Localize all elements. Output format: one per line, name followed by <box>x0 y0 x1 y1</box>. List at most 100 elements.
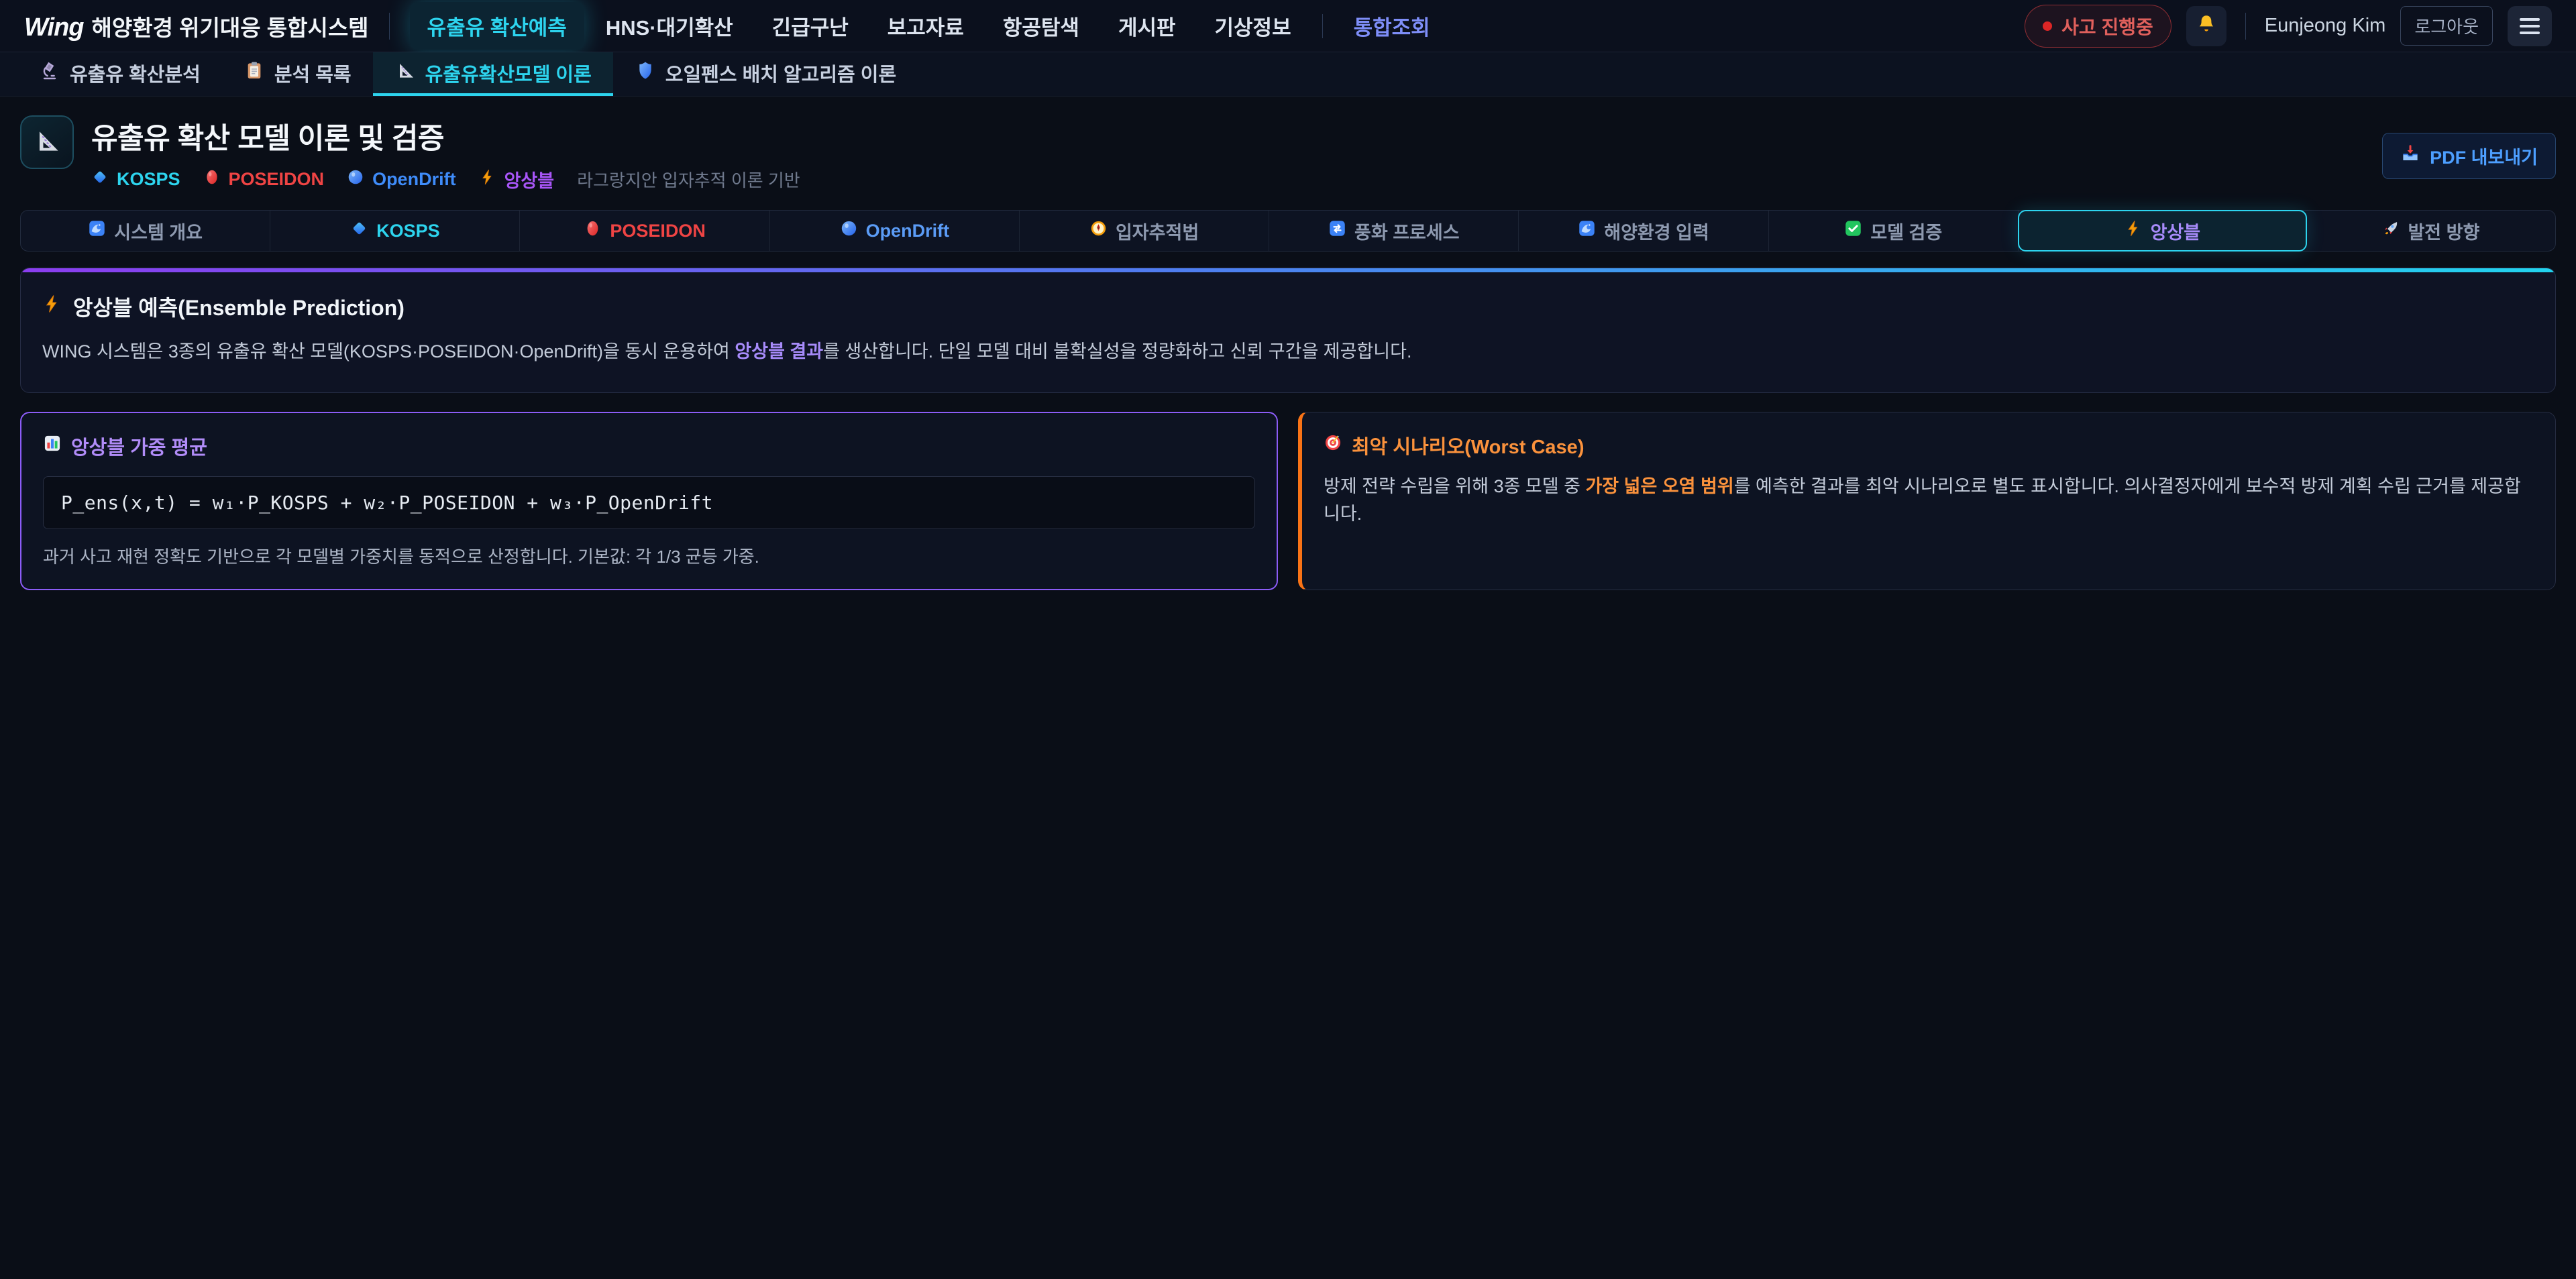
subtab-analysis-list[interactable]: 분석 목록 <box>222 52 373 96</box>
lightning-icon <box>42 294 62 319</box>
app-logo: Wing 해양환경 위기대응 통합시스템 <box>24 10 369 42</box>
check-icon <box>1844 219 1862 242</box>
ensemble-description: WING 시스템은 3종의 유출유 확산 모델(KOSPS·POSEIDON·O… <box>42 338 2534 366</box>
subtab-label: 분석 목록 <box>274 59 352 87</box>
subtab-label: 유출유확산모델 이론 <box>425 59 592 87</box>
page-subtitle: 라그랑지안 입자추적 이론 기반 <box>577 167 800 192</box>
tab-ensemble[interactable]: 앙상블 <box>2018 210 2307 252</box>
nav-item-weather[interactable]: 기상정보 <box>1197 2 1309 50</box>
tab-label: 해양환경 입력 <box>1604 218 1709 244</box>
worst-case-text-prefix: 방제 전략 수립을 위해 3종 모델 중 <box>1324 476 1585 496</box>
tab-particle-tracking[interactable]: 입자추적법 <box>1020 211 1269 251</box>
ensemble-text-prefix: WING 시스템은 3종의 유출유 확산 모델(KOSPS·POSEIDON·O… <box>42 341 735 362</box>
nav-item-aerial-search[interactable]: 항공탐색 <box>985 2 1097 50</box>
tab-model-validation[interactable]: 모델 검증 <box>1769 211 2019 251</box>
repeat-icon <box>1328 219 1346 242</box>
red-oval-icon <box>203 168 221 190</box>
tab-label: 시스템 개요 <box>114 218 203 244</box>
wave-icon <box>1578 219 1596 242</box>
weighted-average-card: 앙상블 가중 평균 P_ens(x,t) = w₁·P_KOSPS + w₂·P… <box>20 412 1278 590</box>
worst-case-text-highlight: 가장 넓은 오염 범위 <box>1585 476 1733 496</box>
subtab-label: 유출유 확산분석 <box>70 59 201 87</box>
badge-poseidon: POSEIDON <box>203 168 325 190</box>
tab-weathering-process[interactable]: 풍화 프로세스 <box>1269 211 1519 251</box>
nav-item-oil-spill-prediction[interactable]: 유출유 확산예측 <box>410 2 584 50</box>
rocket-icon <box>2381 219 2400 242</box>
page-icon-badge <box>20 115 74 169</box>
ensemble-banner: 앙상블 예측(Ensemble Prediction) WING 시스템은 3종… <box>20 268 2556 393</box>
page-header: 유출유 확산 모델 이론 및 검증 KOSPS POSEIDON OpenDri… <box>20 115 2556 192</box>
inbox-icon <box>2400 144 2420 168</box>
badge-opendrift: OpenDrift <box>347 168 456 190</box>
red-oval-icon <box>584 219 602 242</box>
worst-case-title: 최악 시나리오(Worst Case) <box>1324 431 2534 459</box>
subtab-spill-analysis[interactable]: 유출유 확산분석 <box>17 52 222 96</box>
weighted-average-note: 과거 사고 재현 정확도 기반으로 각 모델별 가중치를 동적으로 산정합니다.… <box>43 544 1255 570</box>
badge-ensemble: 앙상블 <box>479 166 555 192</box>
tab-poseidon[interactable]: POSEIDON <box>520 211 769 251</box>
nav-item-board[interactable]: 게시판 <box>1101 2 1193 50</box>
logout-button[interactable]: 로그아웃 <box>2400 6 2493 46</box>
section-tab-strip: 시스템 개요 KOSPS POSEIDON OpenDrift 입자추적법 풍화… <box>20 210 2556 252</box>
blue-circle-icon <box>840 219 858 242</box>
sub-nav: 유출유 확산분석 분석 목록 유출유확산모델 이론 오일펜스 배치 알고리즘 이… <box>0 52 2576 97</box>
ensemble-title-text: 앙상블 예측(Ensemble Prediction) <box>73 291 405 322</box>
tab-system-overview[interactable]: 시스템 개요 <box>21 211 270 251</box>
tab-kosps[interactable]: KOSPS <box>270 211 520 251</box>
incident-status-label: 사고 진행중 <box>2061 13 2153 40</box>
tab-label: 모델 검증 <box>1870 218 1942 244</box>
nav-item-integrated-search[interactable]: 통합조회 <box>1336 2 1448 50</box>
lightning-icon <box>2125 219 2143 242</box>
worst-case-title-text: 최악 시나리오(Worst Case) <box>1352 431 1584 459</box>
triangle-ruler-icon <box>394 60 416 87</box>
top-bar-right: 사고 진행중 Eunjeong Kim 로그아웃 <box>2025 5 2552 48</box>
incident-status-badge: 사고 진행중 <box>2025 5 2171 48</box>
badge-kosps: KOSPS <box>91 168 180 190</box>
subtab-model-theory[interactable]: 유출유확산모델 이론 <box>373 52 613 96</box>
tab-opendrift[interactable]: OpenDrift <box>770 211 1020 251</box>
ensemble-text-suffix: 를 생산합니다. 단일 모델 대비 불확실성을 정량화하고 신뢰 구간을 제공합… <box>823 341 1411 362</box>
blue-circle-icon <box>347 168 364 190</box>
notifications-button[interactable] <box>2186 6 2226 46</box>
diamond-icon <box>350 219 368 242</box>
divider <box>2245 13 2246 40</box>
page-title: 유출유 확산 모델 이론 및 검증 <box>91 115 800 157</box>
worst-case-description: 방제 전략 수립을 위해 3종 모델 중 가장 넓은 오염 범위를 예측한 결과… <box>1324 473 2534 529</box>
hamburger-icon-bar <box>2520 32 2540 34</box>
badge-label: POSEIDON <box>229 169 325 190</box>
target-icon <box>1324 433 1342 457</box>
divider <box>1322 14 1323 38</box>
ensemble-cards-row: 앙상블 가중 평균 P_ens(x,t) = w₁·P_KOSPS + w₂·P… <box>20 412 2556 590</box>
ensemble-banner-body: 앙상블 예측(Ensemble Prediction) WING 시스템은 3종… <box>21 272 2555 392</box>
weighted-title-text: 앙상블 가중 평균 <box>71 432 207 460</box>
hamburger-menu-button[interactable] <box>2508 6 2552 46</box>
ensemble-formula: P_ens(x,t) = w₁·P_KOSPS + w₂·P_POSEIDON … <box>43 476 1255 529</box>
ensemble-section-title: 앙상블 예측(Ensemble Prediction) <box>42 291 2534 322</box>
tab-label: 풍화 프로세스 <box>1354 218 1460 244</box>
clipboard-icon <box>244 60 265 87</box>
weighted-average-title: 앙상블 가중 평균 <box>43 432 1255 460</box>
diamond-icon <box>91 168 109 190</box>
tab-future-direction[interactable]: 발전 방향 <box>2306 211 2555 251</box>
shield-icon <box>635 60 656 87</box>
subtab-oilfence-algorithm[interactable]: 오일펜스 배치 알고리즘 이론 <box>613 52 918 96</box>
model-badge-row: KOSPS POSEIDON OpenDrift 앙상블 라그랑지안 입자추 <box>91 166 800 192</box>
wave-icon <box>88 219 106 242</box>
tab-ocean-env-input[interactable]: 해양환경 입력 <box>1519 211 1768 251</box>
nav-item-emergency-rescue[interactable]: 긴급구난 <box>755 2 866 50</box>
badge-label: KOSPS <box>117 169 180 190</box>
status-dot-icon <box>2043 21 2052 31</box>
triangle-ruler-icon <box>32 126 62 159</box>
nav-item-reports[interactable]: 보고자료 <box>870 2 981 50</box>
user-name: Eunjeong Kim <box>2265 15 2386 37</box>
page-content: 유출유 확산 모델 이론 및 검증 KOSPS POSEIDON OpenDri… <box>0 115 2576 590</box>
badge-label: 앙상블 <box>504 166 555 192</box>
divider <box>389 13 390 40</box>
app-screen: Wing 해양환경 위기대응 통합시스템 유출유 확산예측 HNS·대기확산 긴… <box>0 0 2576 1279</box>
pdf-export-button[interactable]: PDF 내보내기 <box>2382 133 2556 179</box>
compass-icon <box>1089 219 1108 242</box>
badge-label: OpenDrift <box>372 169 456 190</box>
logo-wing-mark: Wing <box>24 13 84 42</box>
top-bar: Wing 해양환경 위기대응 통합시스템 유출유 확산예측 HNS·대기확산 긴… <box>0 0 2576 52</box>
nav-item-hns-dispersion[interactable]: HNS·대기확산 <box>588 2 751 50</box>
